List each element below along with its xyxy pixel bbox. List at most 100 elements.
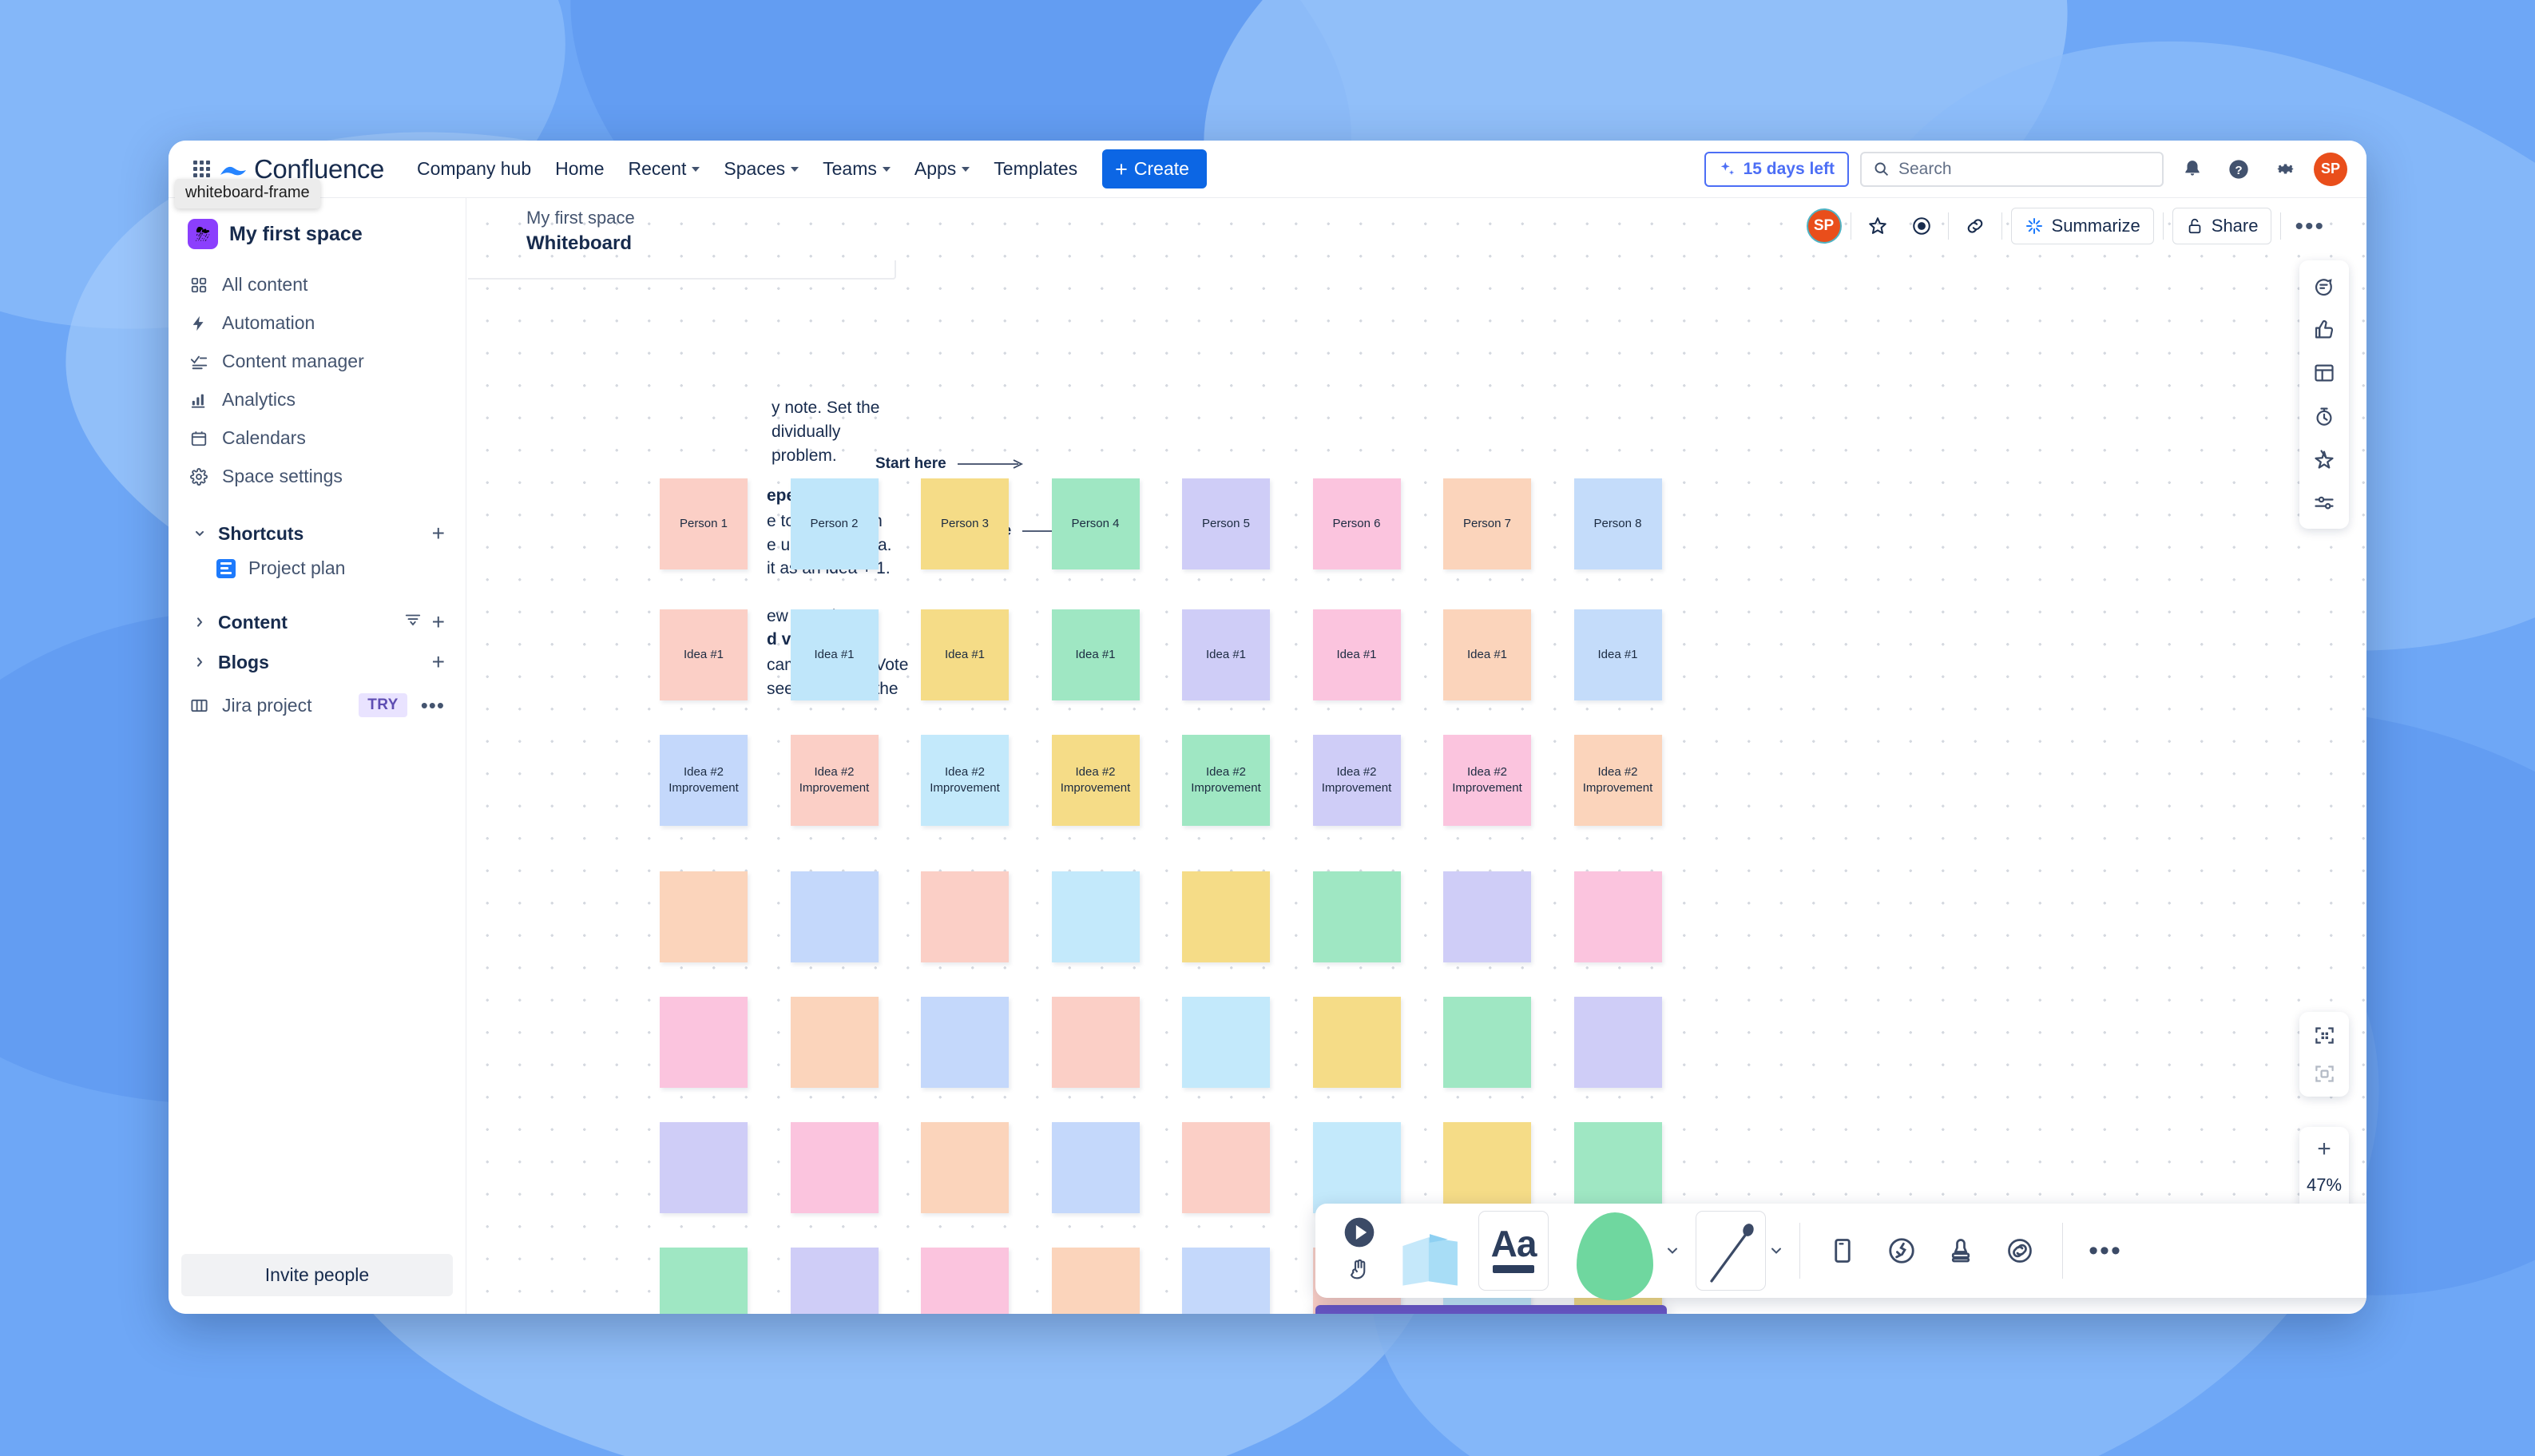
fit-to-content-icon[interactable] [2303, 1016, 2346, 1054]
sticky-note[interactable]: Person 4 [1051, 478, 1140, 569]
sticky-note[interactable] [790, 997, 879, 1088]
sticky-note[interactable] [1182, 871, 1270, 962]
green-shape-icon[interactable] [1568, 1211, 1662, 1300]
sticky-note[interactable] [790, 1122, 879, 1213]
sticky-note[interactable]: Idea #2 Improvement [1573, 735, 1662, 826]
sidebar-item-automation[interactable]: Automation [181, 305, 453, 341]
sticky-note[interactable]: Person 3 [921, 478, 1009, 569]
comment-bubble-icon[interactable] [2304, 267, 2344, 307]
sticky-note[interactable]: Person 8 [1573, 478, 1662, 569]
sticky-note[interactable]: Idea #2 Improvement [1051, 735, 1140, 826]
sticky-note[interactable]: Person 6 [1312, 478, 1401, 569]
shortcut-project-plan[interactable]: Project plan [181, 551, 453, 585]
star-icon[interactable] [1860, 208, 1895, 244]
nav-teams[interactable]: Teams [811, 151, 903, 187]
sticky-notes-stack-icon[interactable] [1398, 1211, 1467, 1291]
copy-link-icon[interactable] [1958, 208, 1993, 244]
sticky-note[interactable] [790, 871, 879, 962]
nav-apps[interactable]: Apps [903, 151, 982, 187]
sticky-note[interactable] [1312, 1122, 1401, 1213]
sticky-note[interactable]: Person 7 [1443, 478, 1531, 569]
chevron-right-icon[interactable] [189, 612, 210, 633]
sticky-note[interactable] [1182, 997, 1270, 1088]
help-question-icon[interactable]: ? [2221, 152, 2256, 187]
text-aa-icon[interactable]: Aa [1478, 1211, 1549, 1291]
line-dropdown-chevron-down-icon[interactable] [1766, 1243, 1787, 1259]
shape-dropdown-chevron-down-icon[interactable] [1662, 1243, 1683, 1259]
invite-people-button[interactable]: Invite people [181, 1254, 453, 1296]
whiteboard-canvas[interactable]: y note. Set the dividually problem. epea… [466, 198, 2366, 1314]
sticky-note[interactable]: Idea #1 [1182, 609, 1270, 700]
sticky-note[interactable] [1182, 1122, 1270, 1213]
sticky-note[interactable]: Idea #1 [1443, 609, 1531, 700]
more-horizontal-icon[interactable]: ••• [2290, 214, 2330, 238]
zoom-to-selection-icon[interactable] [2303, 1054, 2346, 1093]
trial-days-left-button[interactable]: 15 days left [1704, 151, 1849, 187]
sticky-note[interactable]: Idea #1 [1051, 609, 1140, 700]
user-avatar[interactable]: SP [2314, 152, 2347, 186]
sticky-note[interactable]: Person 5 [1182, 478, 1270, 569]
cursor-pointer-icon[interactable] [1343, 1216, 1375, 1252]
sticky-note[interactable]: Idea #1 [660, 609, 748, 700]
sticky-note[interactable] [1051, 1248, 1140, 1314]
sticky-note[interactable] [1051, 1122, 1140, 1213]
sidebar-item-content-manager[interactable]: Content manager [181, 343, 453, 379]
stopwatch-run-icon[interactable] [1872, 1221, 1931, 1280]
frame-icon[interactable] [1813, 1221, 1872, 1280]
nav-company-hub[interactable]: Company hub [405, 151, 543, 187]
space-header[interactable]: ⛈ My first space [181, 214, 453, 249]
line-connector-icon[interactable] [1696, 1211, 1766, 1291]
sticky-note[interactable] [1443, 997, 1531, 1088]
sticky-note[interactable]: Idea #2 Improvement [790, 735, 879, 826]
add-shortcut-button[interactable]: + [432, 522, 445, 545]
hand-icon[interactable] [1347, 1257, 1371, 1285]
sticky-note[interactable] [1573, 997, 1662, 1088]
sticky-note[interactable] [660, 997, 748, 1088]
chevron-down-icon[interactable] [189, 523, 210, 544]
nav-recent[interactable]: Recent [617, 151, 712, 187]
nav-spaces[interactable]: Spaces [712, 151, 811, 187]
chevron-right-icon[interactable] [189, 652, 210, 672]
sticky-note[interactable] [790, 1248, 879, 1314]
sticky-note[interactable]: Idea #1 [790, 609, 879, 700]
thumbs-up-icon[interactable] [2304, 310, 2344, 350]
sidebar-item-all-content[interactable]: All content [181, 267, 453, 303]
sticky-note[interactable] [1312, 871, 1401, 962]
filter-icon[interactable] [404, 611, 422, 633]
sticky-note[interactable]: Idea #2 Improvement [921, 735, 1009, 826]
sticky-note[interactable] [1182, 1248, 1270, 1314]
sticky-note[interactable]: Idea #2 Improvement [1443, 735, 1531, 826]
sidebar-item-analytics[interactable]: Analytics [181, 382, 453, 418]
sticky-note[interactable] [921, 1122, 1009, 1213]
sticky-note[interactable]: Idea #1 [921, 609, 1009, 700]
sticky-note[interactable] [660, 1248, 748, 1314]
stamp-icon[interactable] [1931, 1221, 1990, 1280]
zoom-in-button[interactable]: + [2303, 1130, 2346, 1168]
gear-settings-icon[interactable] [2267, 152, 2303, 187]
sticky-note[interactable] [660, 871, 748, 962]
sticky-note[interactable]: Idea #2 Improvement [1312, 735, 1401, 826]
add-content-button[interactable]: + [432, 611, 445, 633]
link-smart-icon[interactable] [1990, 1221, 2049, 1280]
sticky-note[interactable]: Person 2 [790, 478, 879, 569]
sticky-note[interactable]: Idea #2 Improvement [1182, 735, 1270, 826]
sticky-note[interactable] [1443, 871, 1531, 962]
more-tools-icon[interactable]: ••• [2076, 1221, 2135, 1280]
create-button[interactable]: + Create [1102, 149, 1207, 188]
nav-home[interactable]: Home [543, 151, 616, 187]
sidebar-item-space-settings[interactable]: Space settings [181, 458, 453, 494]
sticky-note[interactable]: Idea #2 Improvement [660, 735, 748, 826]
sticky-note[interactable]: Idea #1 [1573, 609, 1662, 700]
notification-bell-icon[interactable] [2175, 152, 2210, 187]
breadcrumb[interactable]: My first space [526, 208, 635, 228]
sticky-note[interactable] [1573, 871, 1662, 962]
sticky-note[interactable] [1312, 997, 1401, 1088]
sticky-note[interactable] [1051, 997, 1140, 1088]
sticky-note[interactable] [921, 997, 1009, 1088]
sliders-icon[interactable] [2304, 482, 2344, 522]
magic-star-icon[interactable] [2304, 439, 2344, 479]
sticky-note[interactable] [1573, 1122, 1662, 1213]
summarize-button[interactable]: Summarize [2010, 208, 2154, 244]
page-title[interactable]: Whiteboard [526, 232, 635, 255]
sticky-note[interactable]: Idea #1 [1312, 609, 1401, 700]
